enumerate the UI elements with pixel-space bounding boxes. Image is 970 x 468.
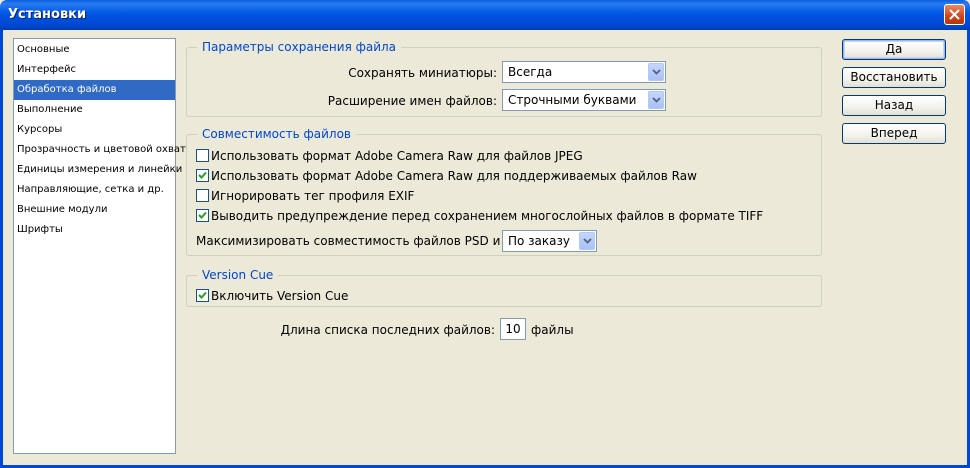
chevron-down-icon[interactable] <box>648 63 664 81</box>
sidebar-item-plugins[interactable]: Внешние модули <box>14 200 175 220</box>
chevron-down-icon[interactable] <box>579 232 595 250</box>
window-frame-left <box>0 30 3 468</box>
compat-legend: Совместимость файлов <box>197 127 356 141</box>
chevron-down-icon[interactable] <box>648 91 664 109</box>
ignore-exif-checkbox[interactable] <box>196 189 209 202</box>
raw-camera-raw-label[interactable]: Использовать формат Adobe Camera Raw для… <box>211 169 697 183</box>
enable-version-cue-checkbox[interactable] <box>196 289 209 302</box>
jpeg-camera-raw-label[interactable]: Использовать формат Adobe Camera Raw для… <box>211 149 583 163</box>
reset-button[interactable]: Восстановить <box>842 67 946 88</box>
window-title: Установки <box>8 7 87 22</box>
sidebar-item-units[interactable]: Единицы измерения и линейки <box>14 160 182 180</box>
extension-select[interactable]: Строчными буквами <box>502 89 666 111</box>
sidebar-item-general[interactable]: Основные <box>14 40 175 60</box>
recent-files-suffix: файлы <box>531 323 574 337</box>
extension-label: Расширение имен файлов: <box>327 94 497 108</box>
extension-value: Строчными буквами <box>508 93 637 107</box>
thumbnails-label: Сохранять миниатюры: <box>348 66 497 80</box>
prev-button[interactable]: Назад <box>842 95 946 116</box>
sidebar-item-file-handling[interactable]: Обработка файлов <box>14 80 175 100</box>
raw-camera-raw-checkbox[interactable] <box>196 169 209 182</box>
ok-button[interactable]: Да <box>842 39 946 60</box>
sidebar-item-transparency[interactable]: Прозрачность и цветовой охват <box>14 140 186 160</box>
maximize-compat-value: По заказу <box>508 234 570 248</box>
tiff-warning-label[interactable]: Выводить предупреждение перед сохранение… <box>211 209 763 223</box>
close-button[interactable] <box>944 4 965 25</box>
next-button[interactable]: Вперед <box>842 123 946 144</box>
ignore-exif-label[interactable]: Игнорировать тег профиля EXIF <box>211 189 414 203</box>
sidebar-item-interface[interactable]: Интерфейс <box>14 60 175 80</box>
maximize-compat-select[interactable]: По заказу <box>502 230 597 252</box>
sidebar-item-performance[interactable]: Выполнение <box>14 100 175 120</box>
title-bar[interactable]: Установки <box>0 0 970 30</box>
jpeg-camera-raw-checkbox[interactable] <box>196 149 209 162</box>
sidebar-item-type[interactable]: Шрифты <box>14 220 175 240</box>
version-cue-legend: Version Cue <box>197 268 279 282</box>
sidebar-item-cursors[interactable]: Курсоры <box>14 120 175 140</box>
save-options-legend: Параметры сохранения файла <box>197 40 402 54</box>
thumbnails-select[interactable]: Всегда <box>502 61 666 83</box>
recent-files-input[interactable]: 10 <box>500 318 526 340</box>
category-list[interactable]: Основные Интерфейс Обработка файлов Выпо… <box>13 38 186 454</box>
thumbnails-value: Всегда <box>508 65 553 79</box>
sidebar-item-guides[interactable]: Направляющие, сетка и др. <box>14 180 175 200</box>
tiff-warning-checkbox[interactable] <box>196 209 209 222</box>
enable-version-cue-label[interactable]: Включить Version Cue <box>211 289 348 303</box>
maximize-compat-label: Максимизировать совместимость файлов PSD… <box>196 234 532 248</box>
recent-files-label: Длина списка последних файлов: <box>280 323 495 337</box>
